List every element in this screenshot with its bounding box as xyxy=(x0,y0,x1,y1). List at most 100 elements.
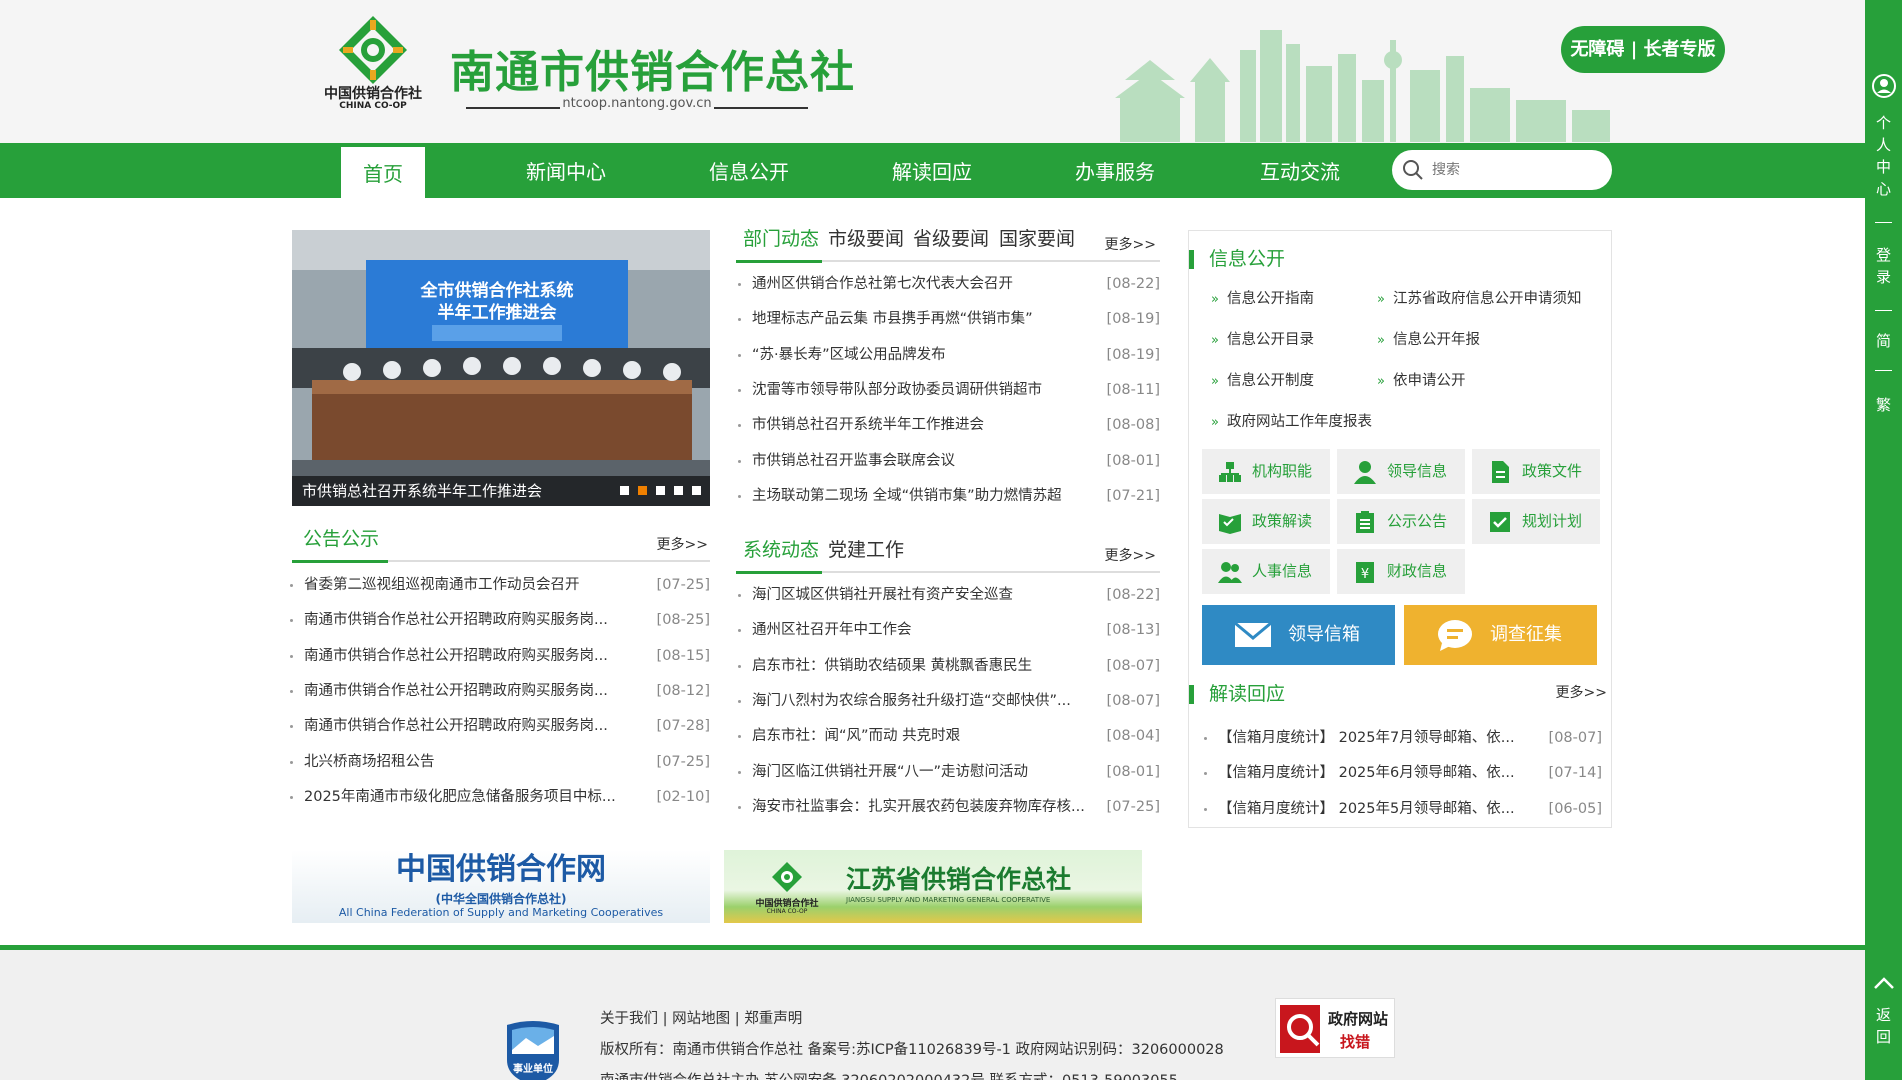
notice-item[interactable]: 2025年南通市市级化肥应急储备服务项目中标... [02-10] xyxy=(288,787,710,807)
finance-info-button[interactable]: ¥ 财政信息 xyxy=(1337,549,1465,594)
leader-info-button[interactable]: 领导信息 xyxy=(1337,449,1465,494)
dept-news-title[interactable]: 通州区供销合作总社第七次代表大会召开 xyxy=(752,274,1102,294)
dept-news-title[interactable]: 市供销总社召开系统半年工作推进会 xyxy=(752,415,1102,435)
dept-news-item[interactable]: 市供销总社召开系统半年工作推进会 [08-08] xyxy=(736,415,1160,435)
notice-title[interactable]: 北兴桥商场招租公告 xyxy=(304,752,654,772)
jiedu-title[interactable]: 解读回应 xyxy=(1189,682,1285,706)
system-news-item[interactable]: 启东市社：闻“风”而动 共克时艰 [08-04] xyxy=(736,726,1160,746)
system-news-item[interactable]: 通州区社召开年中工作会 [08-13] xyxy=(736,620,1160,640)
policy-docs-button[interactable]: 政策文件 xyxy=(1472,449,1600,494)
search-icon[interactable] xyxy=(1402,159,1424,181)
slider-dot[interactable] xyxy=(674,486,683,495)
jiedu-title[interactable]: 【信箱月度统计】 2025年7月领导邮箱、依... xyxy=(1218,728,1548,748)
notice-item[interactable]: 南通市供销合作总社公开招聘政府购买服务岗... [08-25] xyxy=(288,610,710,630)
nav-services[interactable]: 办事服务 xyxy=(1063,143,1167,198)
jiedu-item[interactable]: 【信箱月度统计】 2025年6月领导邮箱、依... [07-14] xyxy=(1202,763,1602,783)
jiedu-item[interactable]: 【信箱月度统计】 2025年7月领导邮箱、依... [08-07] xyxy=(1202,728,1602,748)
notice-title[interactable]: 南通市供销合作总社公开招聘政府购买服务岗... xyxy=(304,646,654,666)
nav-interpretation[interactable]: 解读回应 xyxy=(880,143,984,198)
jiedu-title[interactable]: 【信箱月度统计】 2025年6月领导邮箱、依... xyxy=(1218,763,1548,783)
login-link[interactable]: 登录 xyxy=(1865,244,1902,288)
dept-news-title[interactable]: 市供销总社召开监事会联席会议 xyxy=(752,451,1102,471)
system-news-title[interactable]: 海门八烈村为农综合服务社升级打造“交邮快供”... xyxy=(752,691,1102,711)
dept-news-item[interactable]: 市供销总社召开监事会联席会议 [08-01] xyxy=(736,451,1160,471)
traditional-chinese-link[interactable]: 繁 xyxy=(1865,394,1902,416)
tab-system-news[interactable]: 系统动态 xyxy=(743,537,819,563)
nav-home[interactable]: 首页 xyxy=(341,144,425,198)
back-to-top-link[interactable]: 返回 xyxy=(1865,1004,1902,1048)
news-slider[interactable]: 全市供销合作社系统 半年工作推进会 市供销总社召开系统半年工作推进会 xyxy=(292,230,710,506)
info-link-system[interactable]: » 信息公开制度 xyxy=(1211,369,1314,390)
public-notice-button[interactable]: 公示公告 xyxy=(1337,499,1465,544)
system-news-title[interactable]: 通州区社召开年中工作会 xyxy=(752,620,1102,640)
slider-dot[interactable] xyxy=(692,486,701,495)
slider-dot[interactable] xyxy=(620,486,629,495)
info-open-title[interactable]: 信息公开 xyxy=(1189,247,1285,271)
user-icon[interactable] xyxy=(1872,74,1896,98)
personal-center-link[interactable]: 个人中心 xyxy=(1865,112,1902,200)
info-link-apply[interactable]: » 依申请公开 xyxy=(1377,369,1465,390)
notice-item[interactable]: 南通市供销合作总社公开招聘政府购买服务岗... [07-28] xyxy=(288,716,710,736)
system-news-title[interactable]: 启东市社：供销助农结硕果 黄桃飘香惠民生 xyxy=(752,656,1102,676)
search-input[interactable] xyxy=(1432,159,1592,181)
tab-province-news[interactable]: 省级要闻 xyxy=(913,226,989,252)
tab-dept-news[interactable]: 部门动态 xyxy=(743,226,819,252)
slider-dot[interactable] xyxy=(656,486,665,495)
dept-news-item[interactable]: “苏·暴长寿”区域公用品牌发布 [08-19] xyxy=(736,345,1160,365)
gov-site-error-report[interactable]: 政府网站 找错 xyxy=(1275,998,1395,1058)
dept-news-item[interactable]: 地理标志产品云集 市县携手再燃“供销市集” [08-19] xyxy=(736,309,1160,329)
info-link-notice[interactable]: » 江苏省政府信息公开申请须知 xyxy=(1377,287,1581,308)
tab-notice[interactable]: 公告公示 xyxy=(303,526,379,552)
jiedu-more-link[interactable]: 更多>> xyxy=(1556,682,1607,702)
dept-news-title[interactable]: 地理标志产品云集 市县携手再燃“供销市集” xyxy=(752,309,1102,329)
site-title[interactable]: 南通市供销合作总社 xyxy=(450,36,855,100)
info-link-website-report[interactable]: » 政府网站工作年度报表 xyxy=(1211,410,1372,431)
system-news-title[interactable]: 启东市社：闻“风”而动 共克时艰 xyxy=(752,726,1102,746)
info-link-catalog[interactable]: » 信息公开目录 xyxy=(1211,328,1314,349)
notice-title[interactable]: 南通市供销合作总社公开招聘政府购买服务岗... xyxy=(304,610,654,630)
notice-item[interactable]: 北兴桥商场招租公告 [07-25] xyxy=(288,752,710,772)
tab-party-building[interactable]: 党建工作 xyxy=(828,537,904,563)
chevron-up-icon[interactable] xyxy=(1873,976,1895,990)
dept-news-title[interactable]: 沈雷等市领导带队部分政协委员调研供销超市 xyxy=(752,380,1102,400)
notice-item[interactable]: 省委第二巡视组巡视南通市工作动员会召开 [07-25] xyxy=(288,575,710,595)
notice-title[interactable]: 2025年南通市市级化肥应急储备服务项目中标... xyxy=(304,787,654,807)
system-news-title[interactable]: 海门区城区供销社开展社有资产安全巡查 xyxy=(752,585,1102,605)
dept-news-item[interactable]: 通州区供销合作总社第七次代表大会召开 [08-22] xyxy=(736,274,1160,294)
policy-interpretation-button[interactable]: 政策解读 xyxy=(1202,499,1330,544)
dept-news-title[interactable]: 主场联动第二现场 全域“供销市集”助力燃情苏超 xyxy=(752,486,1102,506)
notice-title[interactable]: 南通市供销合作总社公开招聘政府购买服务岗... xyxy=(304,681,654,701)
planning-button[interactable]: 规划计划 xyxy=(1472,499,1600,544)
notice-title[interactable]: 省委第二巡视组巡视南通市工作动员会召开 xyxy=(304,575,654,595)
system-news-item[interactable]: 海门八烈村为农综合服务社升级打造“交邮快供”... [08-07] xyxy=(736,691,1160,711)
nav-interaction[interactable]: 互动交流 xyxy=(1248,143,1352,198)
notice-title[interactable]: 南通市供销合作总社公开招聘政府购买服务岗... xyxy=(304,716,654,736)
tab-national-news[interactable]: 国家要闻 xyxy=(999,226,1075,252)
org-functions-button[interactable]: 机构职能 xyxy=(1202,449,1330,494)
slider-caption[interactable]: 市供销总社召开系统半年工作推进会 xyxy=(292,476,710,506)
info-link-annual-report[interactable]: » 信息公开年报 xyxy=(1377,328,1480,349)
dept-news-item[interactable]: 主场联动第二现场 全域“供销市集”助力燃情苏超 [07-21] xyxy=(736,486,1160,506)
system-news-item[interactable]: 海门区临江供销社开展“八一”走访慰问活动 [08-01] xyxy=(736,762,1160,782)
tab-city-news[interactable]: 市级要闻 xyxy=(828,226,904,252)
accessibility-button[interactable]: 无障碍 | 长者专版 xyxy=(1561,26,1725,73)
notice-more-link[interactable]: 更多>> xyxy=(657,534,708,554)
system-news-title[interactable]: 海安市社监事会：扎实开展农药包装废弃物库存核... xyxy=(752,797,1102,817)
info-link-guide[interactable]: » 信息公开指南 xyxy=(1211,287,1314,308)
notice-item[interactable]: 南通市供销合作总社公开招聘政府购买服务岗... [08-12] xyxy=(288,681,710,701)
dept-news-title[interactable]: “苏·暴长寿”区域公用品牌发布 xyxy=(752,345,1102,365)
jiedu-item[interactable]: 【信箱月度统计】 2025年5月领导邮箱、依... [06-05] xyxy=(1202,799,1602,819)
dept-news-item[interactable]: 沈雷等市领导带队部分政协委员调研供销超市 [08-11] xyxy=(736,380,1160,400)
jiedu-title[interactable]: 【信箱月度统计】 2025年5月领导邮箱、依... xyxy=(1218,799,1548,819)
system-news-more-link[interactable]: 更多>> xyxy=(1105,545,1156,565)
footer-links[interactable]: 关于我们 | 网站地图 | 郑重声明 xyxy=(600,1007,802,1028)
nav-info-open[interactable]: 信息公开 xyxy=(697,143,801,198)
personnel-info-button[interactable]: 人事信息 xyxy=(1202,549,1330,594)
system-news-title[interactable]: 海门区临江供销社开展“八一”走访慰问活动 xyxy=(752,762,1102,782)
notice-item[interactable]: 南通市供销合作总社公开招聘政府购买服务岗... [08-15] xyxy=(288,646,710,666)
system-news-item[interactable]: 海门区城区供销社开展社有资产安全巡查 [08-22] xyxy=(736,585,1160,605)
nav-news-center[interactable]: 新闻中心 xyxy=(514,143,618,198)
survey-button[interactable]: 调查征集 xyxy=(1404,605,1597,665)
simplified-chinese-link[interactable]: 简 xyxy=(1865,330,1902,352)
slider-dot-active[interactable] xyxy=(638,486,647,495)
